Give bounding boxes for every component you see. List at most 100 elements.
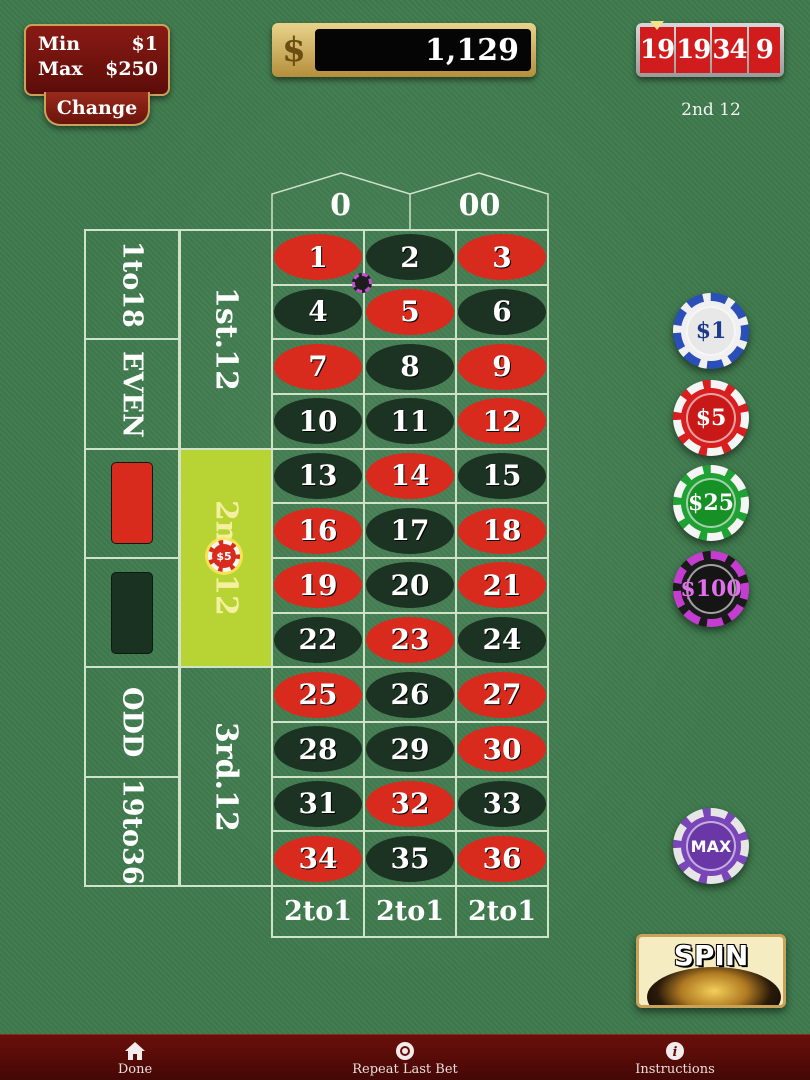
- number-cell[interactable]: 18: [456, 503, 548, 558]
- number-cell[interactable]: 14: [364, 448, 456, 504]
- number-cell[interactable]: 7: [272, 339, 364, 394]
- chip-5-button[interactable]: $5: [673, 380, 749, 456]
- number-cell[interactable]: 23: [364, 612, 456, 668]
- number-oval: 15: [458, 452, 546, 499]
- number-oval: 14: [366, 452, 454, 499]
- number-oval: 5: [366, 288, 454, 335]
- max-limit-row: Max $250: [38, 57, 158, 82]
- number-oval: 21: [458, 562, 546, 609]
- number-oval: 3: [458, 234, 546, 281]
- number-cell[interactable]: 8: [364, 339, 456, 394]
- dozen-bet-third[interactable]: 3rd.12: [180, 667, 272, 886]
- number-oval: 18: [458, 507, 546, 554]
- history-result: 34: [712, 27, 748, 73]
- number-cell[interactable]: 36: [456, 831, 548, 886]
- chip-25-button[interactable]: $25: [673, 465, 749, 541]
- max-bet-button[interactable]: MAX: [673, 808, 749, 884]
- number-oval: 33: [458, 780, 546, 827]
- number-cell[interactable]: 30: [456, 722, 548, 777]
- chip-100-button[interactable]: $100: [673, 551, 749, 627]
- last-bet-label: 2nd 12: [681, 100, 741, 120]
- dozen-label: 3rd.12: [208, 721, 244, 832]
- number-oval: 7: [274, 343, 362, 390]
- number-oval: 20: [366, 562, 454, 609]
- number-cell[interactable]: 26: [364, 667, 456, 722]
- placed-corner-chip[interactable]: [352, 273, 372, 293]
- number-cell[interactable]: 19: [272, 558, 364, 613]
- chip-25-label: $25: [686, 478, 736, 528]
- chip-1-button[interactable]: $1: [673, 293, 749, 369]
- balance-display: $ 1,129: [272, 23, 536, 77]
- odd-bet[interactable]: ODD: [85, 667, 179, 777]
- chip-icon: [395, 1040, 415, 1062]
- number-cell[interactable]: 21: [456, 558, 548, 613]
- done-label: Done: [117, 1061, 153, 1077]
- number-cell[interactable]: 29: [364, 722, 456, 777]
- number-cell[interactable]: 16: [272, 503, 364, 558]
- number-grid: 1 2 3 4 5 6 7 8 9 10 11 12 13 14 15 16 1…: [271, 229, 549, 887]
- roulette-wheel-icon: [647, 967, 781, 1005]
- number-oval: 9: [458, 343, 546, 390]
- red-bet[interactable]: [85, 448, 179, 558]
- number-oval: 30: [458, 726, 546, 773]
- number-oval: 8: [366, 343, 454, 390]
- even-bet[interactable]: EVEN: [85, 339, 179, 449]
- max-label: Max: [38, 58, 83, 80]
- history-result: 19: [676, 27, 711, 73]
- black-bet[interactable]: [85, 558, 179, 668]
- repeat-label: Repeat Last Bet: [352, 1061, 458, 1077]
- number-cell[interactable]: 6: [456, 284, 548, 340]
- number-oval: 10: [274, 398, 362, 445]
- number-cell[interactable]: 22: [272, 612, 364, 668]
- instructions-button[interactable]: i Instructions: [628, 1035, 722, 1080]
- column-bet-3[interactable]: 2to1: [456, 886, 548, 937]
- even-label: EVEN: [116, 350, 148, 438]
- number-cell[interactable]: 3: [456, 230, 548, 285]
- double-zero-bet[interactable]: 00: [410, 188, 549, 223]
- zero-bet[interactable]: 0: [271, 188, 410, 223]
- info-icon: i: [665, 1040, 685, 1062]
- number-cell[interactable]: 12: [456, 394, 548, 449]
- chip-5-label: $5: [686, 393, 736, 443]
- number-cell[interactable]: 31: [272, 776, 364, 832]
- change-limits-button[interactable]: Change: [44, 92, 150, 126]
- high-bet[interactable]: 19to36: [85, 776, 179, 886]
- number-oval: 16: [274, 507, 362, 554]
- high-label: 19to36: [116, 778, 148, 885]
- column-bet-1[interactable]: 2to1: [272, 886, 364, 937]
- spin-button[interactable]: SPIN: [636, 934, 786, 1008]
- low-label: 1to18: [116, 241, 148, 329]
- number-cell[interactable]: 4: [272, 284, 364, 340]
- repeat-last-bet-button[interactable]: Repeat Last Bet: [340, 1035, 470, 1080]
- number-cell[interactable]: 33: [456, 776, 548, 832]
- placed-chip[interactable]: $5: [208, 540, 240, 572]
- number-cell[interactable]: 17: [364, 503, 456, 558]
- number-cell[interactable]: 20: [364, 558, 456, 613]
- number-cell[interactable]: 1: [272, 230, 364, 285]
- number-cell[interactable]: 13: [272, 448, 364, 504]
- result-history: 19 19 34 9: [636, 21, 784, 77]
- number-cell[interactable]: 2: [364, 230, 456, 285]
- number-cell[interactable]: 28: [272, 722, 364, 777]
- odd-label: ODD: [116, 686, 148, 758]
- done-button[interactable]: Done: [100, 1035, 170, 1080]
- low-bet[interactable]: 1to18: [85, 230, 179, 340]
- number-oval: 25: [274, 671, 362, 718]
- home-icon: [124, 1040, 146, 1062]
- column-bet-2[interactable]: 2to1: [364, 886, 456, 937]
- number-cell[interactable]: 5: [364, 284, 456, 340]
- number-cell[interactable]: 25: [272, 667, 364, 722]
- number-cell[interactable]: 10: [272, 394, 364, 449]
- number-cell[interactable]: 11: [364, 394, 456, 449]
- number-cell[interactable]: 32: [364, 776, 456, 832]
- number-cell[interactable]: 34: [272, 831, 364, 886]
- number-cell[interactable]: 35: [364, 831, 456, 886]
- number-cell[interactable]: 9: [456, 339, 548, 394]
- number-cell[interactable]: 24: [456, 612, 548, 668]
- number-oval: 1: [274, 234, 362, 281]
- red-swatch: [111, 462, 153, 545]
- number-cell[interactable]: 15: [456, 448, 548, 504]
- number-cell[interactable]: 27: [456, 667, 548, 722]
- dozen-bet-first[interactable]: 1st.12: [180, 230, 272, 449]
- outside-bets: 1to18 EVEN ODD 19to36: [84, 229, 180, 887]
